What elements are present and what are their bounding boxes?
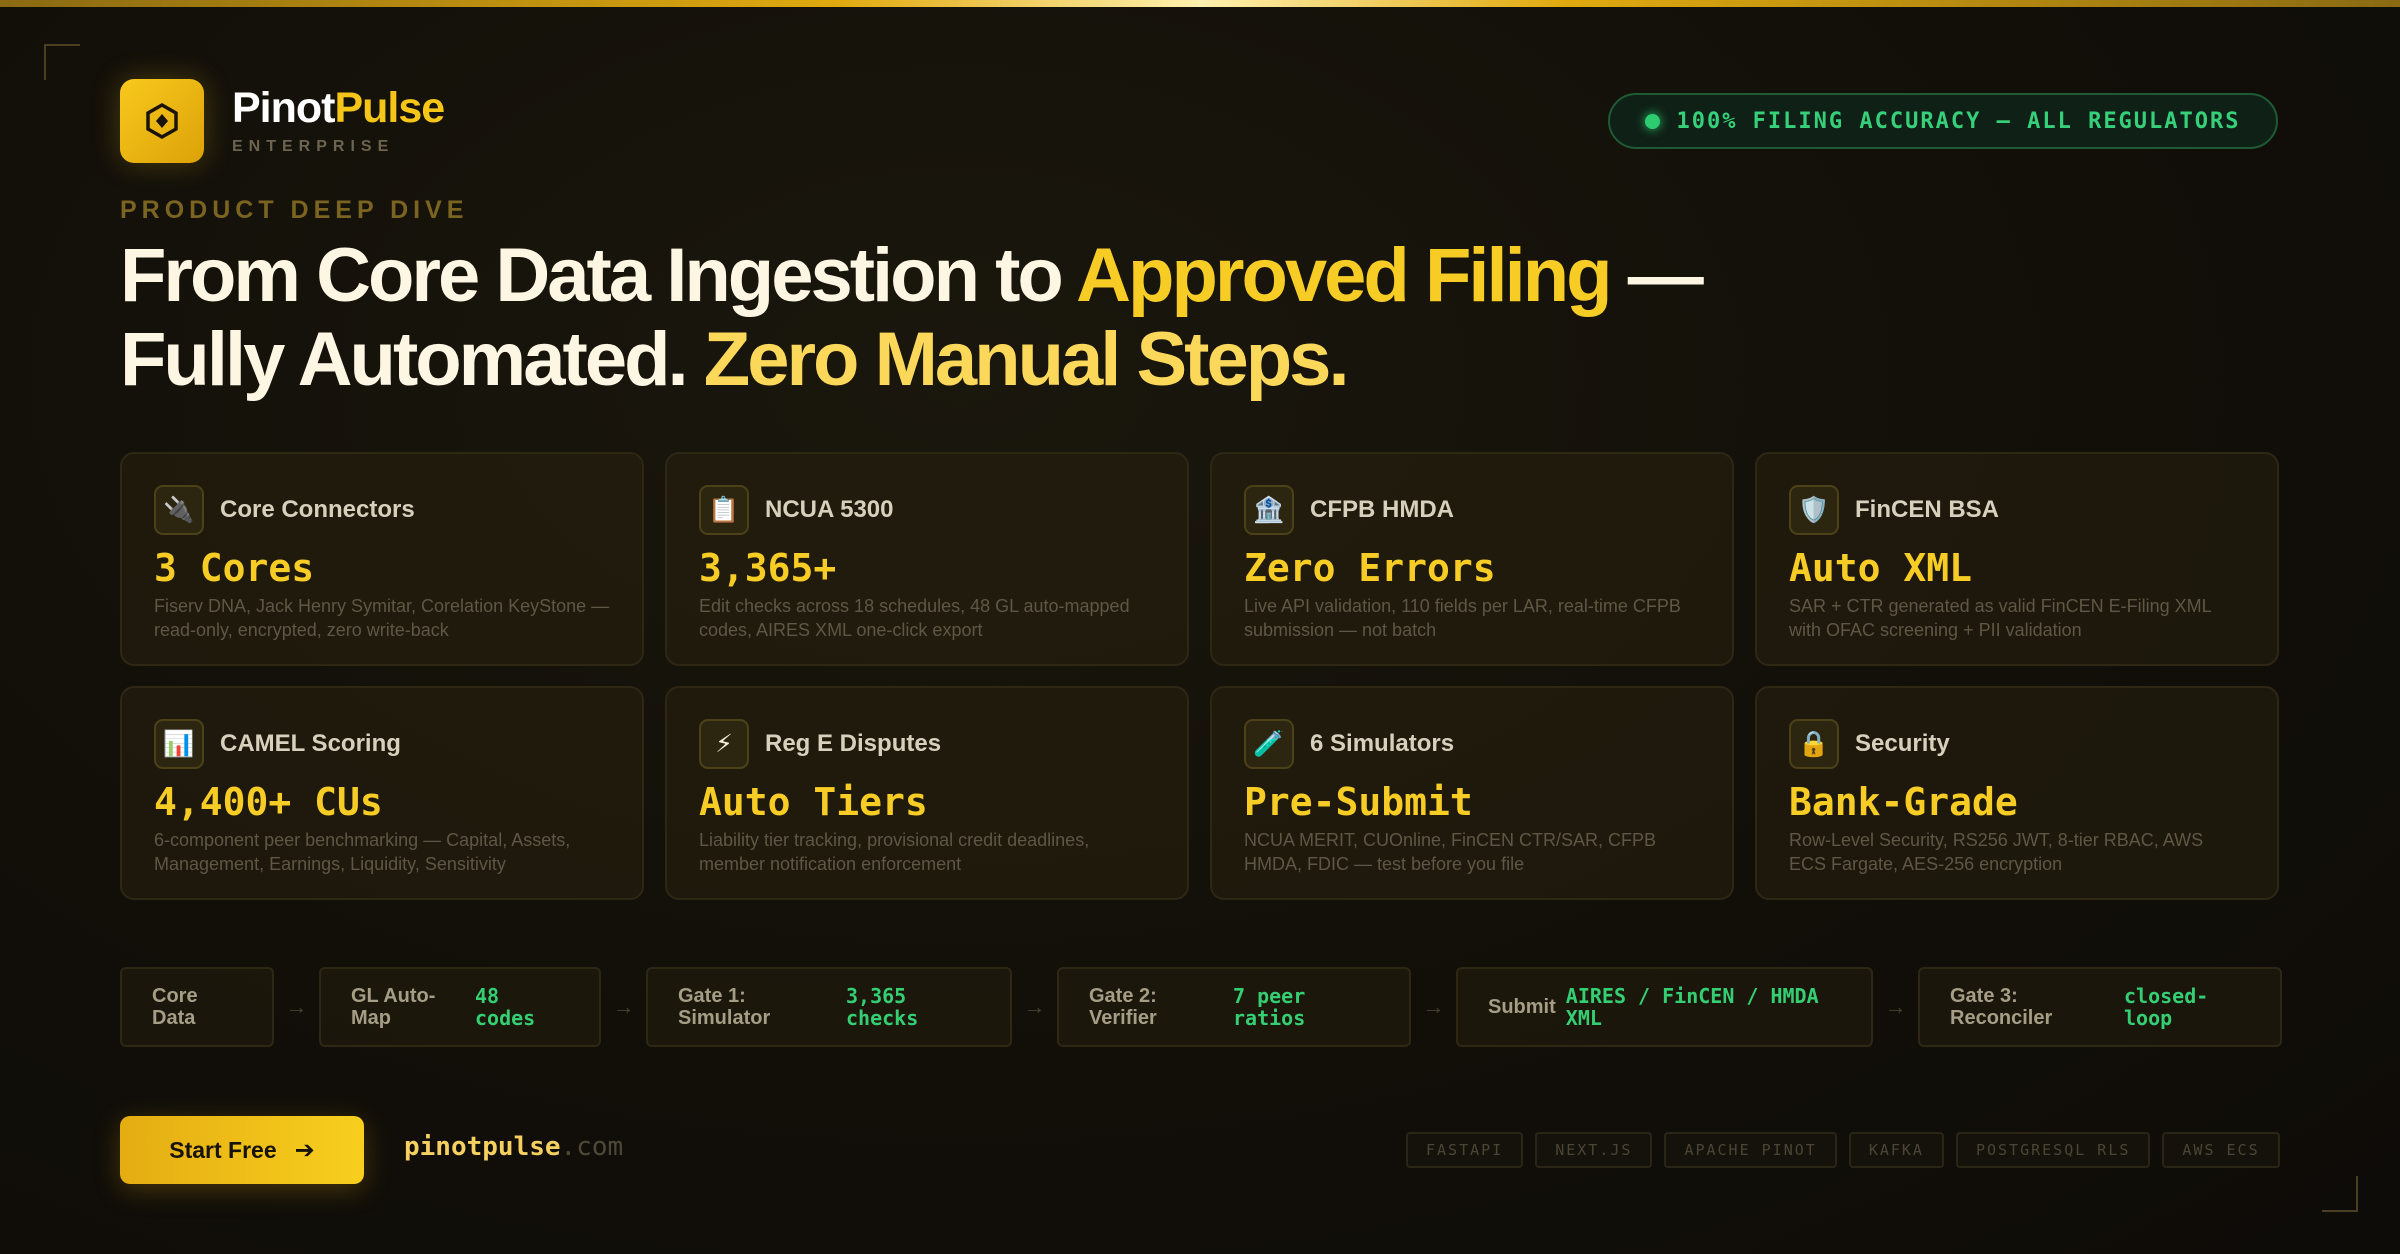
pipeline-step-label: Gate 2: Verifier <box>1089 985 1157 1029</box>
start-free-button[interactable]: Start Free ➔ <box>120 1116 364 1184</box>
hexagon-logo-icon <box>146 102 178 140</box>
tech-badge-apache-pinot: APACHE PINOT <box>1664 1132 1837 1168</box>
plug-icon: 🔌 <box>154 485 204 535</box>
arrow-right-icon: → <box>1422 994 1445 1019</box>
tech-badge-nextjs: NEXT.JS <box>1535 1132 1653 1168</box>
pipeline-step-label: Submit <box>1488 996 1556 1018</box>
feature-card-simulators: 🧪 6 Simulators Pre-Submit NCUA MERIT, CUO… <box>1210 686 1734 900</box>
tech-badge-kafka: KAFKA <box>1848 1132 1944 1168</box>
card-description: 6-component peer benchmarking — Capital,… <box>154 830 571 874</box>
pipeline-step-gate2-verifier: Gate 2: Verifier 7 peer ratios <box>1057 967 1411 1047</box>
card-value: Auto XML <box>1789 546 1973 590</box>
pipeline-step-value: 48 codes <box>475 984 536 1030</box>
pipeline-step-value: 3,365 checks <box>846 984 919 1030</box>
pipeline-step-label: Gate 1: Simulator <box>678 985 771 1029</box>
feature-card-fincen-bsa: 🛡️ FinCEN BSA Auto XML SAR + CTR generate… <box>1755 452 2279 666</box>
pipeline-step-value: AIRES / FinCEN / HMDA XML <box>1565 984 1819 1030</box>
tech-badge-aws-ecs: AWS ECS <box>2162 1132 2280 1168</box>
card-title: CFPB HMDA <box>1310 496 1454 523</box>
brand-tier: ENTERPRISE <box>232 138 395 155</box>
card-title: CAMEL Scoring <box>220 730 401 757</box>
headline-line1-b: — <box>1609 233 1704 318</box>
card-value: 4,400+ CUs <box>154 780 383 824</box>
brand-name-part1: Pinot <box>232 84 335 132</box>
status-dot-icon <box>1645 113 1661 129</box>
status-badge: 100% FILING ACCURACY — ALL REGULATORS <box>1608 93 2278 149</box>
card-value: 3,365+ <box>699 546 837 590</box>
card-title: 6 Simulators <box>1310 730 1455 757</box>
pipeline-step-label: Core Data <box>152 985 198 1029</box>
pipeline-step-submit: Submit AIRES / FinCEN / HMDA XML <box>1456 967 1873 1047</box>
pipeline-step-gate3-reconciler: Gate 3: Reconciler closed-loop <box>1918 967 2282 1047</box>
arrow-right-icon: → <box>1884 994 1907 1019</box>
tech-badge-fastapi: FASTAPI <box>1406 1132 1524 1168</box>
feature-card-camel-scoring: 📊 CAMEL Scoring 4,400+ CUs 6-component pe… <box>120 686 644 900</box>
lightning-icon: ⚡ <box>699 719 749 769</box>
bank-icon: 🏦 <box>1244 485 1294 535</box>
feature-card-ncua-5300: 📋 NCUA 5300 3,365+ Edit checks across 18 … <box>665 452 1189 666</box>
headline-line1-a: From Core Data Ingestion to <box>120 233 1077 318</box>
card-title: Security <box>1855 730 1950 757</box>
headline-line2-highlight: Zero Manual Steps. <box>703 317 1350 402</box>
tech-stack-list: FASTAPI NEXT.JS APACHE PINOT KAFKA POSTG… <box>1406 1132 2280 1168</box>
headline-line2-a: Fully Automated. <box>120 317 704 402</box>
arrow-right-icon: → <box>612 994 635 1019</box>
card-description: Edit checks across 18 schedules, 48 GL a… <box>699 596 1130 640</box>
pipeline-step-gl-auto-map: GL Auto-Map 48 codes <box>319 967 601 1047</box>
brand-name: PinotPulse <box>232 84 445 133</box>
pipeline-step-value: closed-loop <box>2124 984 2209 1030</box>
card-title: FinCEN BSA <box>1855 496 1999 523</box>
arrow-right-icon: ➔ <box>294 1136 315 1164</box>
start-free-label: Start Free <box>169 1136 277 1163</box>
arrow-right-icon: → <box>1023 994 1046 1019</box>
corner-bracket-bottom-right <box>2322 1176 2358 1212</box>
top-accent-bar <box>0 0 2400 7</box>
bar-chart-icon: 📊 <box>154 719 204 769</box>
card-description: SAR + CTR generated as valid FinCEN E-Fi… <box>1789 596 2211 640</box>
card-description: NCUA MERIT, CUOnline, FinCEN CTR/SAR, CF… <box>1244 830 1657 874</box>
eyebrow-label: PRODUCT DEEP DIVE <box>120 196 469 224</box>
brand-logo <box>120 79 204 163</box>
pipeline-step-label: Gate 3: Reconciler <box>1950 985 2053 1029</box>
card-title: Reg E Disputes <box>765 730 942 757</box>
website-link[interactable]: pinotpulse.com <box>404 1132 623 1162</box>
card-description: Row-Level Security, RS256 JWT, 8-tier RB… <box>1789 830 2204 874</box>
card-description: Live API validation, 110 fields per LAR,… <box>1244 596 1681 640</box>
card-description: Liability tier tracking, provisional cre… <box>699 830 1090 874</box>
card-title: Core Connectors <box>220 496 415 523</box>
pipeline-step-core-data: Core Data <box>120 967 274 1047</box>
feature-card-core-connectors: 🔌 Core Connectors 3 Cores Fiserv DNA, Jac… <box>120 452 644 666</box>
card-value: Zero Errors <box>1244 546 1496 590</box>
page-title: From Core Data Ingestion to Approved Fil… <box>120 234 1820 402</box>
filing-pipeline: Core Data → GL Auto-Map 48 codes → Gate … <box>120 967 2282 1047</box>
url-tld: .com <box>560 1132 624 1162</box>
test-tube-icon: 🧪 <box>1244 719 1294 769</box>
shield-icon: 🛡️ <box>1789 485 1839 535</box>
url-domain: pinotpulse <box>404 1132 561 1162</box>
feature-card-reg-e-disputes: ⚡ Reg E Disputes Auto Tiers Liability tie… <box>665 686 1189 900</box>
clipboard-icon: 📋 <box>699 485 749 535</box>
card-title: NCUA 5300 <box>765 496 894 523</box>
corner-bracket-top-left <box>44 44 80 80</box>
card-value: Bank-Grade <box>1789 780 2018 824</box>
pipeline-step-gate1-simulator: Gate 1: Simulator 3,365 checks <box>646 967 1012 1047</box>
brand-name-part2: Pulse <box>334 84 445 132</box>
card-description: Fiserv DNA, Jack Henry Symitar, Corelati… <box>154 596 610 640</box>
tech-badge-postgresql-rls: POSTGRESQL RLS <box>1955 1132 2151 1168</box>
card-value: 3 Cores <box>154 546 315 590</box>
pipeline-step-value: 7 peer ratios <box>1233 984 1306 1030</box>
headline-line1-highlight: Approved Filing <box>1076 233 1612 318</box>
feature-cards-grid: 🔌 Core Connectors 3 Cores Fiserv DNA, Jac… <box>120 452 2280 900</box>
pipeline-step-label: GL Auto-Map <box>351 985 436 1029</box>
lock-icon: 🔒 <box>1789 719 1839 769</box>
feature-card-cfpb-hmda: 🏦 CFPB HMDA Zero Errors Live API validati… <box>1210 452 1734 666</box>
feature-card-security: 🔒 Security Bank-Grade Row-Level Security,… <box>1755 686 2279 900</box>
status-badge-text: 100% FILING ACCURACY — ALL REGULATORS <box>1676 108 2241 134</box>
arrow-right-icon: → <box>285 994 308 1019</box>
card-value: Pre-Submit <box>1244 780 1473 824</box>
card-value: Auto Tiers <box>699 780 928 824</box>
